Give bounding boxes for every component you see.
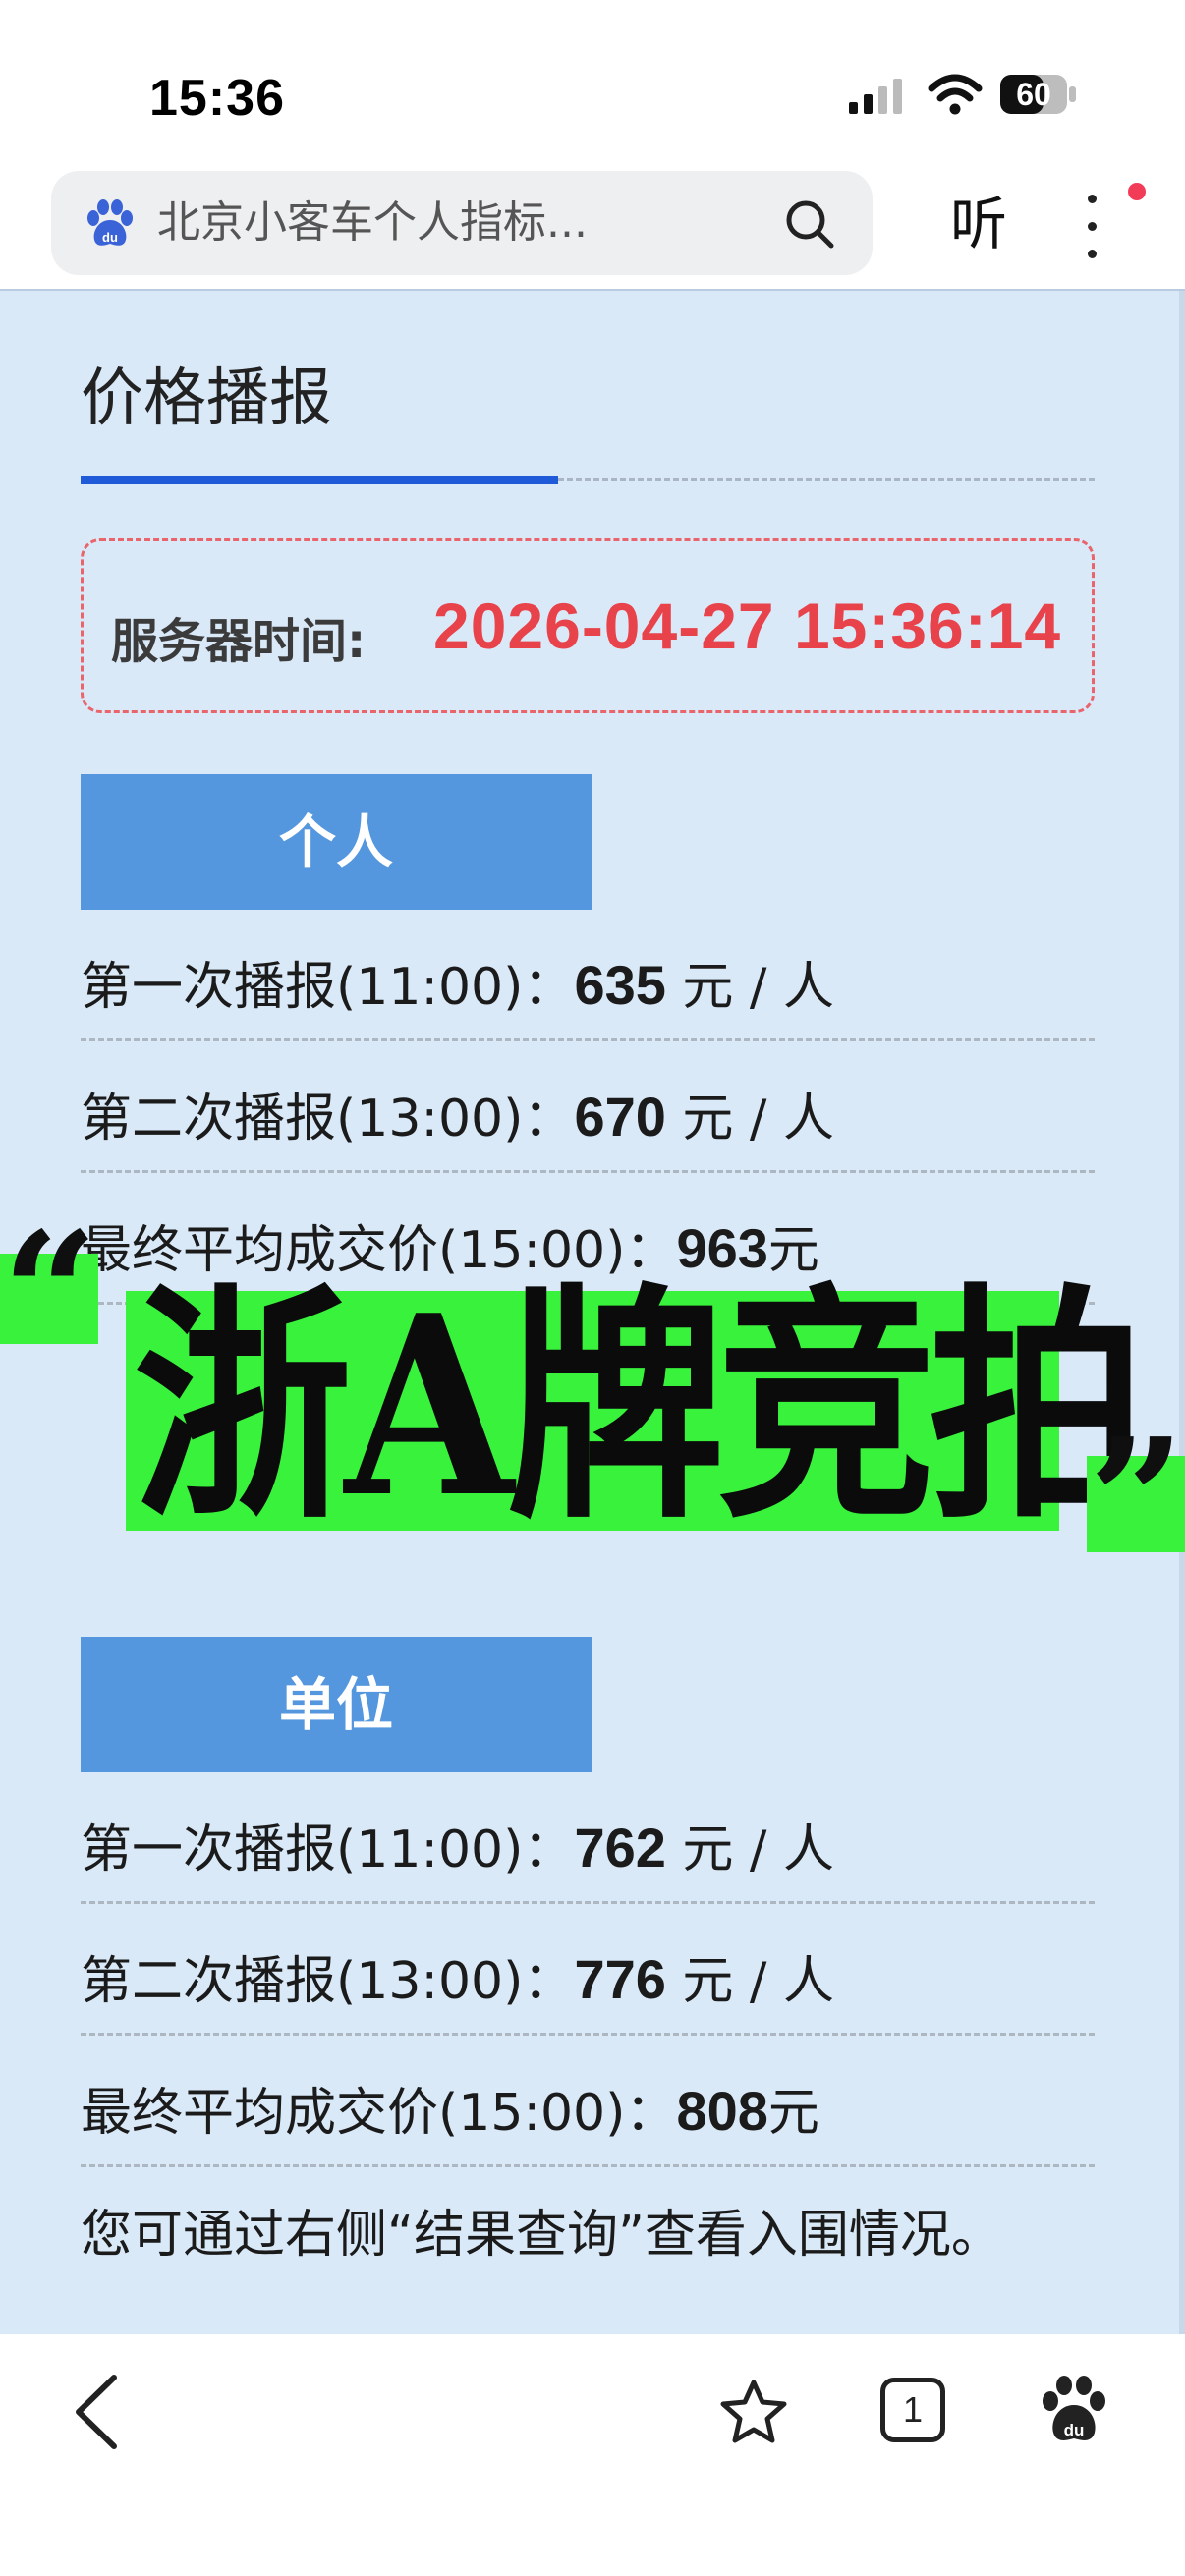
row-label: 最终平均成交价(15:00)： bbox=[81, 2084, 677, 2143]
server-time-box: 服务器时间: 2026-04-27 15:36:14 bbox=[81, 538, 1095, 713]
row-value: 635 bbox=[574, 954, 666, 1016]
result-query-note: 您可通过右侧“结果查询”查看入围情况。 bbox=[81, 2206, 1002, 2265]
row-value: 762 bbox=[574, 1817, 666, 1878]
search-icon[interactable] bbox=[782, 196, 837, 252]
tabs-count-icon[interactable]: 1 bbox=[880, 2378, 945, 2442]
baidu-home-icon[interactable]: du bbox=[1040, 2374, 1108, 2446]
search-query-text[interactable]: 北京小客车个人指标... bbox=[157, 195, 707, 252]
battery-level: 60 bbox=[1016, 77, 1051, 112]
section-header-individual: 个人 bbox=[81, 774, 592, 910]
section-header-company: 单位 bbox=[81, 1637, 592, 1772]
price-row: 第一次播报(11:00)：635 元 / 人 bbox=[81, 910, 1095, 1041]
title-divider bbox=[558, 478, 1095, 481]
status-bar: 15:36 60 bbox=[0, 0, 1185, 167]
listen-button[interactable]: 听 bbox=[943, 185, 1014, 263]
server-time-label: 服务器时间: bbox=[111, 614, 367, 669]
row-label: 第一次播报(11:00)： bbox=[81, 1820, 575, 1879]
row-label: 第二次播报(13:00)： bbox=[81, 1952, 575, 2011]
bookmark-star-icon[interactable] bbox=[719, 2378, 788, 2446]
price-row: 第二次播报(13:00)：670 元 / 人 bbox=[81, 1041, 1095, 1173]
row-unit: 元 / 人 bbox=[665, 1952, 834, 2011]
overlay-banner-text: 浙A牌竞拍 bbox=[134, 1261, 1147, 1552]
row-value: 808 bbox=[676, 2080, 768, 2142]
row-value: 670 bbox=[574, 1086, 666, 1148]
row-value: 776 bbox=[574, 1948, 666, 2010]
price-row: 第二次播报(13:00)：776 元 / 人 bbox=[81, 1904, 1095, 2036]
banner-close-quote: ” bbox=[1087, 1402, 1185, 1598]
cellular-signal-icon bbox=[849, 79, 902, 114]
overlay-banner: 浙A牌竞拍 bbox=[126, 1270, 1147, 1543]
price-row: 最终平均成交价(15:00)：808元 bbox=[81, 2036, 1095, 2167]
baidu-paw-icon: du bbox=[87, 199, 133, 246]
status-time: 15:36 bbox=[149, 70, 285, 127]
row-unit: 元 / 人 bbox=[665, 958, 834, 1017]
svg-text:du: du bbox=[1064, 2421, 1085, 2439]
row-label: 第一次播报(11:00)： bbox=[81, 958, 575, 1017]
banner-open-quote: “ bbox=[0, 1196, 98, 1392]
bottom-toolbar: 1 du bbox=[0, 2334, 1185, 2576]
row-unit: 元 bbox=[767, 2084, 819, 2143]
search-bar[interactable]: du 北京小客车个人指标... bbox=[51, 171, 873, 275]
price-row: 第一次播报(11:00)：762 元 / 人 bbox=[81, 1772, 1095, 1904]
row-label: 第二次播报(13:00)： bbox=[81, 1090, 575, 1148]
row-unit: 元 / 人 bbox=[665, 1820, 834, 1879]
svg-text:du: du bbox=[102, 230, 118, 245]
row-unit: 元 / 人 bbox=[665, 1090, 834, 1148]
back-icon[interactable] bbox=[69, 2372, 124, 2452]
server-time-value: 2026-04-27 15:36:14 bbox=[433, 589, 1062, 662]
scroll-edge bbox=[1179, 291, 1185, 2334]
notification-dot bbox=[1128, 183, 1146, 200]
more-options-icon[interactable] bbox=[1077, 187, 1106, 265]
title-active-underline bbox=[81, 476, 558, 484]
wifi-icon bbox=[928, 74, 983, 115]
page-title: 价格播报 bbox=[81, 363, 332, 435]
